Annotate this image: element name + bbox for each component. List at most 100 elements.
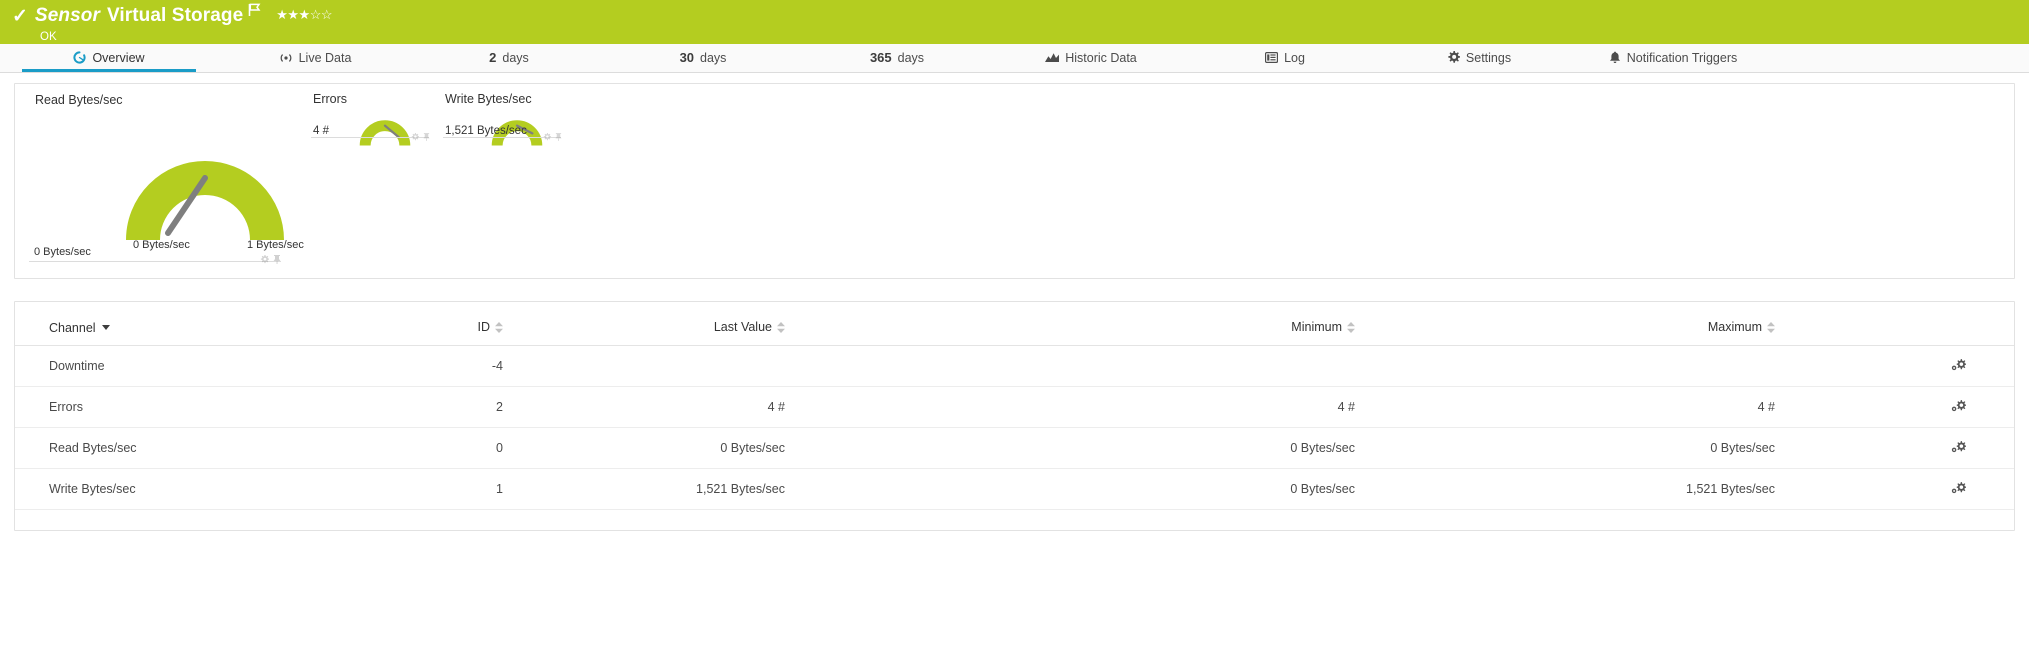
tab-365-days[interactable]: 365 days [800, 43, 994, 72]
gauge-write-bytes-sec[interactable]: Write Bytes/sec 1,521 Bytes/sec [425, 84, 562, 278]
cell-channel: Write Bytes/sec [15, 468, 435, 510]
sensor-header-line: ✓ Sensor Virtual Storage ★★★☆☆ [12, 3, 2029, 28]
column-header-actions [1905, 302, 2014, 346]
pin-icon[interactable] [273, 251, 281, 269]
cell-last-value: 4 # [615, 386, 945, 428]
cell-id: -4 [435, 345, 615, 387]
gear-icon[interactable] [1951, 439, 1966, 457]
channels-panel: Channel ID Last Value Minimum Maximum Do… [14, 301, 2015, 531]
priority-rating[interactable]: ★★★☆☆ [276, 8, 332, 21]
gear-icon[interactable] [1951, 398, 1966, 416]
gear-icon[interactable] [1951, 357, 1966, 375]
cell-id: 0 [435, 427, 615, 469]
cell-minimum [945, 345, 1485, 387]
gauge-errors[interactable]: Errors 4 # [293, 84, 430, 278]
gauge-write-bytes-sec-controls[interactable] [543, 128, 562, 146]
gauge-read-bytes-sec-divider [29, 261, 281, 262]
cell-id: 2 [435, 386, 615, 428]
tab-log[interactable]: Log [1188, 43, 1382, 72]
sort-toggle-icon [777, 322, 785, 336]
cell-maximum: 1,521 Bytes/sec [1485, 468, 1905, 510]
cell-maximum: 0 Bytes/sec [1485, 427, 1905, 469]
priority-stars-empty: ☆☆ [309, 6, 333, 22]
column-header-last-value[interactable]: Last Value [615, 302, 945, 346]
bell-icon [1609, 51, 1621, 64]
gauge-read-bytes-sec-dial [126, 161, 284, 241]
tab-overview-label: Overview [92, 50, 145, 65]
tab-live-data-label: Live Data [298, 50, 352, 65]
tab-list: Overview Live Data 2 days 30 days 365 da… [0, 44, 2029, 72]
tab-30-days[interactable]: 30 days [606, 43, 800, 72]
tab-historic-data[interactable]: Historic Data [994, 43, 1188, 72]
column-header-id-label: ID [477, 320, 491, 334]
column-header-channel-label: Channel [49, 321, 96, 335]
status-check-icon: ✓ [12, 5, 28, 27]
cell-minimum: 4 # [945, 386, 1485, 428]
column-header-minimum[interactable]: Minimum [945, 302, 1485, 346]
log-icon [1265, 52, 1279, 63]
tab-2-days-number: 2 [489, 50, 497, 65]
gauge-read-bytes-sec-title: Read Bytes/sec [35, 93, 123, 107]
gear-icon[interactable] [1951, 480, 1966, 498]
tab-log-label: Log [1284, 50, 1305, 65]
gauge-errors-dial [359, 120, 411, 146]
pin-icon[interactable] [555, 128, 562, 146]
gauge-errors-value: 4 # [313, 125, 329, 137]
channels-table: Channel ID Last Value Minimum Maximum Do… [15, 302, 2014, 510]
tab-overview[interactable]: Overview [0, 43, 218, 72]
channels-table-head: Channel ID Last Value Minimum Maximum [15, 302, 2014, 346]
table-row[interactable]: Errors 2 4 # 4 # 4 # [15, 386, 2014, 428]
table-row[interactable]: Downtime -4 [15, 345, 2014, 387]
column-header-id[interactable]: ID [435, 302, 615, 346]
gear-icon [1447, 51, 1460, 64]
column-header-last-value-label: Last Value [713, 320, 772, 334]
table-row[interactable]: Write Bytes/sec 1 1,521 Bytes/sec 0 Byte… [15, 468, 2014, 510]
column-header-minimum-label: Minimum [1291, 320, 1342, 334]
page-title[interactable]: Virtual Storage [107, 5, 243, 27]
priority-stars-filled: ★★★ [276, 6, 310, 22]
cell-minimum: 0 Bytes/sec [945, 427, 1485, 469]
tab-2-days-label: days [502, 50, 529, 65]
gauge-read-bytes-sec-scale-min: 0 Bytes/sec [133, 239, 190, 251]
sort-toggle-icon [495, 322, 503, 336]
table-row[interactable]: Read Bytes/sec 0 0 Bytes/sec 0 Bytes/sec… [15, 427, 2014, 469]
status-badge: OK [40, 31, 57, 43]
cell-id: 1 [435, 468, 615, 510]
gauge-read-bytes-sec-value: 0 Bytes/sec [34, 246, 91, 258]
column-header-channel[interactable]: Channel [15, 302, 435, 346]
tab-365-days-label: days [897, 50, 925, 65]
cell-actions[interactable] [1905, 345, 2014, 387]
cell-actions[interactable] [1905, 468, 2014, 510]
cell-minimum: 0 Bytes/sec [945, 468, 1485, 510]
cell-last-value: 1,521 Bytes/sec [615, 468, 945, 510]
tab-settings[interactable]: Settings [1382, 43, 1576, 72]
overview-gauge-icon [73, 51, 87, 64]
cell-last-value [615, 345, 945, 387]
column-header-maximum[interactable]: Maximum [1485, 302, 1905, 346]
channels-table-body: Downtime -4 Errors 2 4 # 4 # 4 # Read By… [15, 345, 2014, 510]
gear-icon[interactable] [260, 251, 269, 269]
cell-channel: Errors [15, 386, 435, 428]
gear-icon[interactable] [543, 128, 551, 146]
gauges-panel: Read Bytes/sec 0 Bytes/sec 0 Bytes/sec 1… [14, 83, 2015, 279]
tab-2-days[interactable]: 2 days [412, 43, 606, 72]
sensor-header: ✓ Sensor Virtual Storage ★★★☆☆ OK [0, 0, 2029, 44]
flag-icon[interactable] [248, 3, 261, 22]
tab-settings-label: Settings [1465, 50, 1512, 65]
cell-channel: Read Bytes/sec [15, 427, 435, 469]
cell-actions[interactable] [1905, 427, 2014, 469]
table-header-row: Channel ID Last Value Minimum Maximum [15, 302, 2014, 346]
gauge-read-bytes-sec-controls[interactable] [260, 251, 281, 269]
cell-actions[interactable] [1905, 386, 2014, 428]
tab-notification-triggers[interactable]: Notification Triggers [1576, 43, 1770, 72]
sensor-kind-label: Sensor [34, 5, 100, 26]
gauge-write-bytes-sec-value: 1,521 Bytes/sec [445, 125, 527, 137]
gear-icon[interactable] [411, 128, 419, 146]
tab-historic-data-label: Historic Data [1065, 50, 1137, 65]
sort-toggle-icon [1767, 322, 1775, 336]
tab-30-days-label: days [700, 50, 727, 65]
tab-live-data[interactable]: Live Data [218, 43, 412, 72]
column-header-maximum-label: Maximum [1707, 320, 1762, 334]
tab-notification-triggers-label: Notification Triggers [1626, 50, 1738, 65]
sort-desc-icon [101, 325, 110, 330]
